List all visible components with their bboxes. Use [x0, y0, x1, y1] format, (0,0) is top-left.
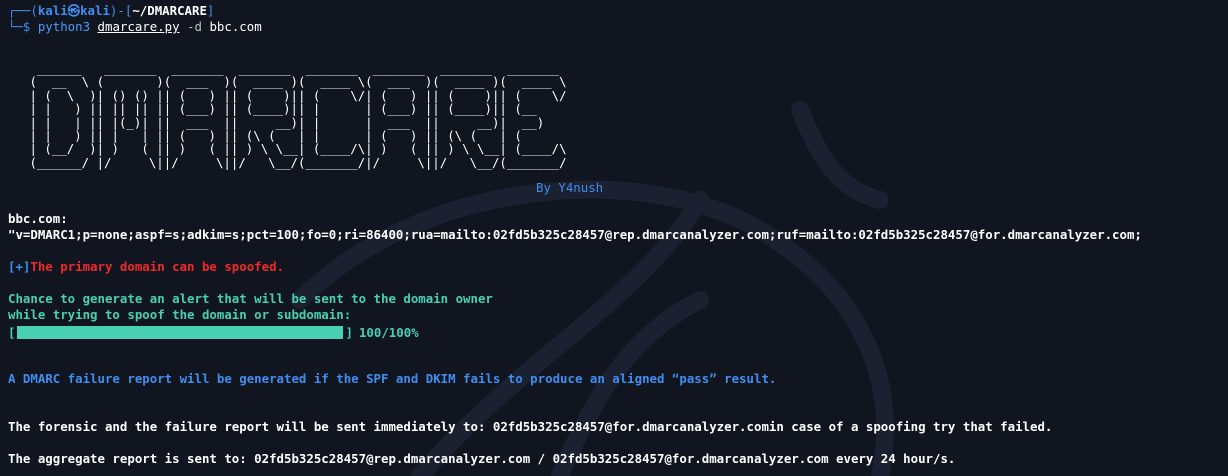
dmarc-record: "v=DMARC1;p=none;aspf=s;adkim=s;pct=100;… [8, 227, 1142, 242]
prompt-line-2: └─$ python3 dmarcare.py -d bbc.com [8, 19, 262, 35]
prompt-user: kali㉿kali [37, 3, 110, 18]
progress-percent: 100/100% [358, 324, 419, 340]
progress-fill [17, 325, 344, 339]
prompt-frame-bottom: └─$ [8, 19, 38, 34]
progress-bracket-close: ] [345, 324, 353, 340]
chance-line-2: while trying to spoof the domain or subd… [8, 307, 352, 322]
result-domain: bbc.com: [8, 211, 68, 226]
failure-report-note: A DMARC failure report will be generated… [8, 371, 777, 386]
spoof-message: The primary domain can be spoofed. [30, 259, 285, 274]
command-flag: -d [187, 19, 202, 34]
dmarcare-ascii-banner: ______ _______ _______ _______ _______ _… [29, 61, 567, 170]
progress-track [17, 325, 344, 339]
prompt-line-1: ┌──(kali㉿kali)-[~/DMARCARE] [8, 3, 214, 19]
prompt-frame-end: ] [206, 3, 215, 18]
aggregate-report-line: The aggregate report is sent to: 02fd5b3… [8, 451, 956, 466]
forensic-report-line: The forensic and the failure report will… [8, 419, 1053, 434]
command-file[interactable]: dmarcare.py [98, 19, 180, 34]
prompt-frame-mid: )-[ [109, 3, 133, 18]
spoof-status: [+]The primary domain can be spoofed. [8, 259, 284, 275]
command-arg: bbc.com [209, 19, 262, 34]
prompt-path: ~/DMARCARE [132, 3, 207, 18]
progress-bracket-open: [ [8, 324, 16, 340]
alert-progress: [ ] 100/100% [8, 324, 419, 340]
command-word: python3 [37, 19, 91, 34]
chance-line-1: Chance to generate an alert that will be… [8, 291, 493, 306]
spoof-tag: [+] [8, 259, 31, 274]
prompt-frame-top: ┌──( [8, 3, 38, 18]
banner-author: By Y4nush [536, 180, 604, 195]
